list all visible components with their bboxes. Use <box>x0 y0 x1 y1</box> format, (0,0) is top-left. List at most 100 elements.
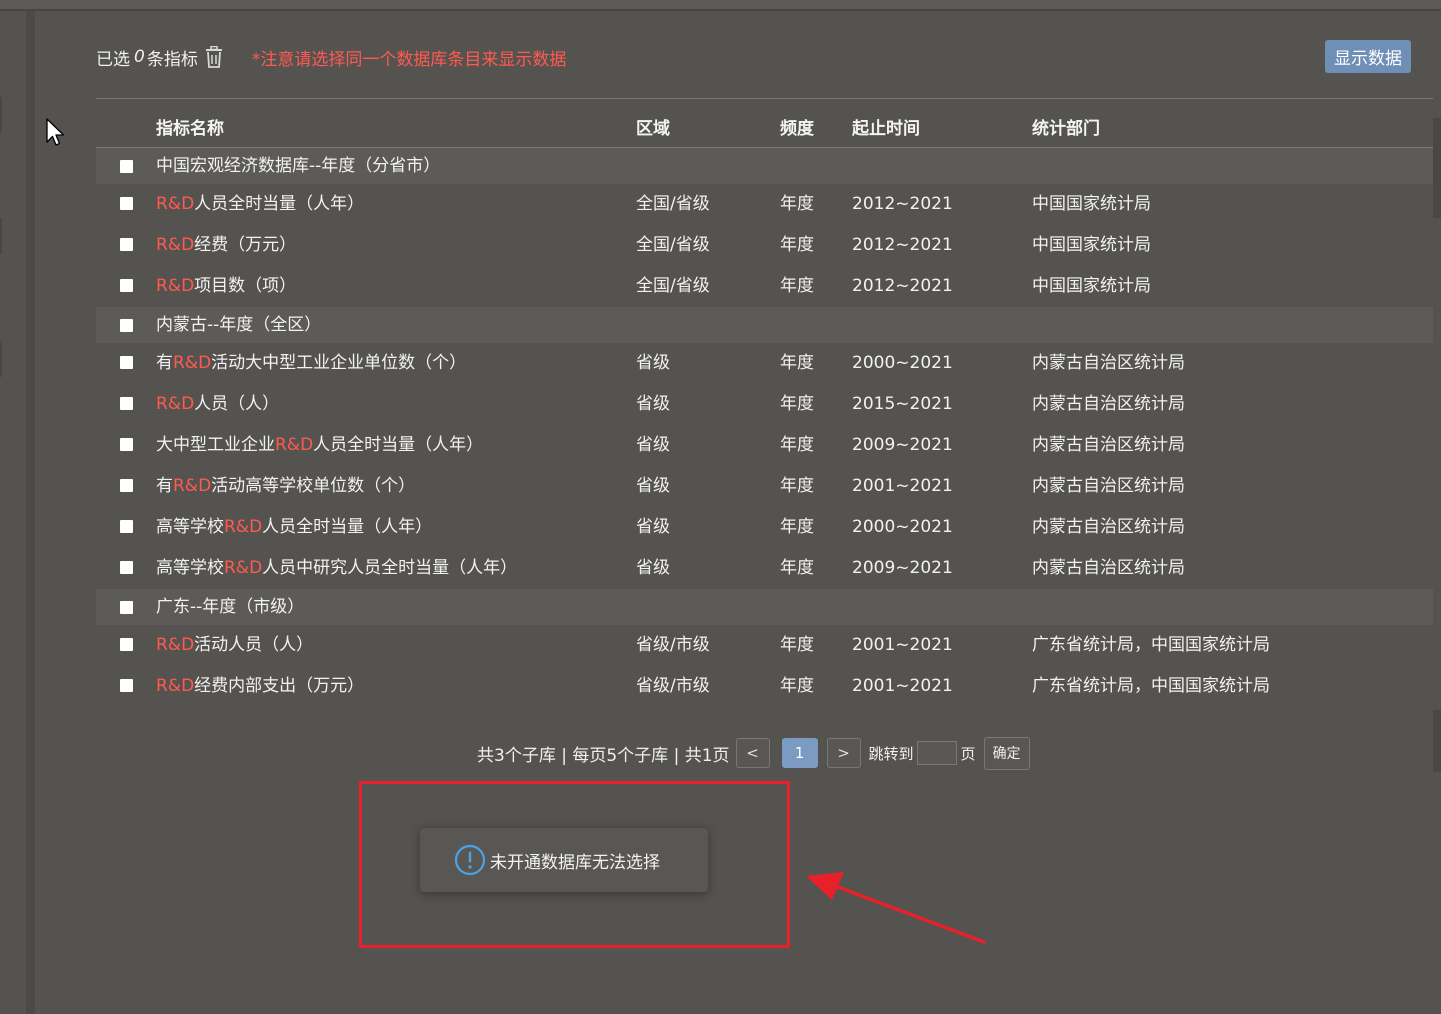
indicator-name-keyword: R&D <box>156 235 195 255</box>
group-title: 广东--年度（市级） <box>156 597 305 617</box>
table-row: R&D活动人员（人） 省级/市级 年度 2001~2021 广东省统计局，中国国家统计局 <box>96 625 1433 666</box>
table-row: R&D项目数（项） 全国/省级 年度 2012~2021 中国国家统计局 <box>96 266 1433 307</box>
table-header: 指标名称 区域 频度 起止时间 统计部门 <box>96 98 1433 148</box>
jump-page-input[interactable] <box>916 741 957 765</box>
table-row: R&D经费（万元） 全国/省级 年度 2012~2021 中国国家统计局 <box>96 225 1433 266</box>
indicator-name-keyword: R&D <box>156 676 195 696</box>
row-checkbox[interactable] <box>120 479 133 492</box>
indicator-name-keyword: R&D <box>173 476 212 496</box>
indicator-table: 指标名称 区域 频度 起止时间 统计部门 中国宏观经济数据库--年度（分省市） R… <box>96 98 1433 707</box>
indicator-name-suffix: 人员全时当量（人年） <box>313 435 484 455</box>
indicator-name-suffix: 人员中研究人员全时当量（人年） <box>262 558 518 578</box>
group-checkbox[interactable] <box>120 160 133 173</box>
department-cell: 内蒙古自治区统计局 <box>1032 517 1185 537</box>
indicator-name-suffix: 经费（万元） <box>194 235 297 255</box>
indicator-name-keyword: R&D <box>156 194 195 214</box>
table-row: R&D经费内部支出（万元） 省级/市级 年度 2001~2021 广东省统计局，中国国家… <box>96 666 1433 707</box>
trash-icon[interactable] <box>204 46 224 68</box>
time-range-cell: 2001~2021 <box>852 635 953 655</box>
group-title: 内蒙古--年度（全区） <box>156 315 322 335</box>
department-cell: 内蒙古自治区统计局 <box>1032 558 1185 578</box>
indicator-name-keyword: R&D <box>173 353 212 373</box>
row-checkbox[interactable] <box>120 679 133 692</box>
department-cell: 广东省统计局，中国国家统计局 <box>1032 635 1270 655</box>
row-checkbox[interactable] <box>120 561 133 574</box>
indicator-name: R&D项目数（项） <box>156 266 296 307</box>
indicator-name-suffix: 项目数（项） <box>194 276 297 296</box>
row-checkbox[interactable] <box>120 397 133 410</box>
next-page-button[interactable]: > <box>826 738 861 768</box>
row-checkbox[interactable] <box>120 356 133 369</box>
indicator-name-suffix: 人员全时当量（人年） <box>194 194 365 214</box>
department-cell: 中国国家统计局 <box>1032 194 1151 214</box>
time-range-cell: 2012~2021 <box>852 194 953 214</box>
indicator-name-suffix: 活动大中型工业企业单位数（个） <box>211 353 467 373</box>
time-range-cell: 2001~2021 <box>852 676 953 696</box>
selection-info: 已选 0 条指标 *注意请选择同一个数据库条目来显示数据 <box>96 42 566 72</box>
time-range-cell: 2015~2021 <box>852 394 953 414</box>
indicator-name-suffix: 人员全时当量（人年） <box>262 517 433 537</box>
indicator-name: 有R&D活动高等学校单位数（个） <box>156 466 415 507</box>
frequency-cell: 年度 <box>780 517 814 537</box>
department-cell: 内蒙古自治区统计局 <box>1032 435 1185 455</box>
column-header-frequency[interactable]: 频度 <box>780 114 814 139</box>
time-range-cell: 2012~2021 <box>852 276 953 296</box>
show-data-button[interactable]: 显示数据 <box>1325 40 1411 73</box>
row-checkbox[interactable] <box>120 520 133 533</box>
frequency-cell: 年度 <box>780 435 814 455</box>
frequency-cell: 年度 <box>780 558 814 578</box>
row-checkbox[interactable] <box>120 197 133 210</box>
frequency-cell: 年度 <box>780 235 814 255</box>
indicator-name-keyword: R&D <box>156 635 195 655</box>
indicator-name-prefix: 有 <box>156 476 173 496</box>
row-checkbox[interactable] <box>120 438 133 451</box>
page-unit-label: 页 <box>960 744 976 763</box>
indicator-name-keyword: R&D <box>275 435 314 455</box>
annotation-arrow <box>806 872 986 944</box>
selected-suffix: 条指标 <box>146 49 198 70</box>
table-row: 有R&D活动高等学校单位数（个） 省级 年度 2001~2021 内蒙古自治区统计局 <box>96 466 1433 507</box>
column-header-department[interactable]: 统计部门 <box>1032 114 1100 139</box>
prev-page-button[interactable]: < <box>735 738 770 768</box>
area-cell: 省级/市级 <box>636 676 710 696</box>
department-cell: 中国国家统计局 <box>1032 276 1151 296</box>
column-header-area[interactable]: 区域 <box>636 114 670 139</box>
column-header-time-range[interactable]: 起止时间 <box>852 114 920 139</box>
time-range-cell: 2009~2021 <box>852 435 953 455</box>
indicator-name: 高等学校R&D人员中研究人员全时当量（人年） <box>156 548 517 589</box>
frequency-cell: 年度 <box>780 394 814 414</box>
area-cell: 省级 <box>636 394 670 414</box>
time-range-cell: 2009~2021 <box>852 558 953 578</box>
indicator-name: R&D经费（万元） <box>156 225 296 266</box>
time-range-cell: 2000~2021 <box>852 517 953 537</box>
indicator-name: 有R&D活动大中型工业企业单位数（个） <box>156 343 466 384</box>
group-checkbox[interactable] <box>120 601 133 614</box>
group-title: 中国宏观经济数据库--年度（分省市） <box>156 156 441 176</box>
frequency-cell: 年度 <box>780 676 814 696</box>
indicator-name: R&D活动人员（人） <box>156 625 313 666</box>
area-cell: 全国/省级 <box>636 235 710 255</box>
table-row: R&D人员全时当量（人年） 全国/省级 年度 2012~2021 中国国家统计局 <box>96 184 1433 225</box>
jump-confirm-button[interactable]: 确定 <box>983 736 1030 770</box>
row-checkbox[interactable] <box>120 279 133 292</box>
table-row: 有R&D活动大中型工业企业单位数（个） 省级 年度 2000~2021 内蒙古自治区统计… <box>96 343 1433 384</box>
department-cell: 内蒙古自治区统计局 <box>1032 394 1185 414</box>
info-circle-icon <box>454 844 486 876</box>
area-cell: 省级 <box>636 517 670 537</box>
indicator-name-keyword: R&D <box>224 517 263 537</box>
group-row: 广东--年度（市级） <box>96 589 1433 625</box>
indicator-name-suffix: 经费内部支出（万元） <box>194 676 365 696</box>
indicator-name: R&D人员（人） <box>156 384 279 425</box>
row-checkbox[interactable] <box>120 638 133 651</box>
column-header-name[interactable]: 指标名称 <box>156 114 224 139</box>
group-checkbox[interactable] <box>120 319 133 332</box>
indicator-name-prefix: 大中型工业企业 <box>156 435 275 455</box>
jump-label: 跳转到 <box>868 744 914 763</box>
left-sidebar-strip <box>0 11 26 1014</box>
row-checkbox[interactable] <box>120 238 133 251</box>
page-button-current[interactable]: 1 <box>781 738 818 768</box>
time-range-cell: 2001~2021 <box>852 476 953 496</box>
frequency-cell: 年度 <box>780 635 814 655</box>
selection-notice: *注意请选择同一个数据库条目来显示数据 <box>251 49 567 70</box>
area-cell: 省级 <box>636 558 670 578</box>
